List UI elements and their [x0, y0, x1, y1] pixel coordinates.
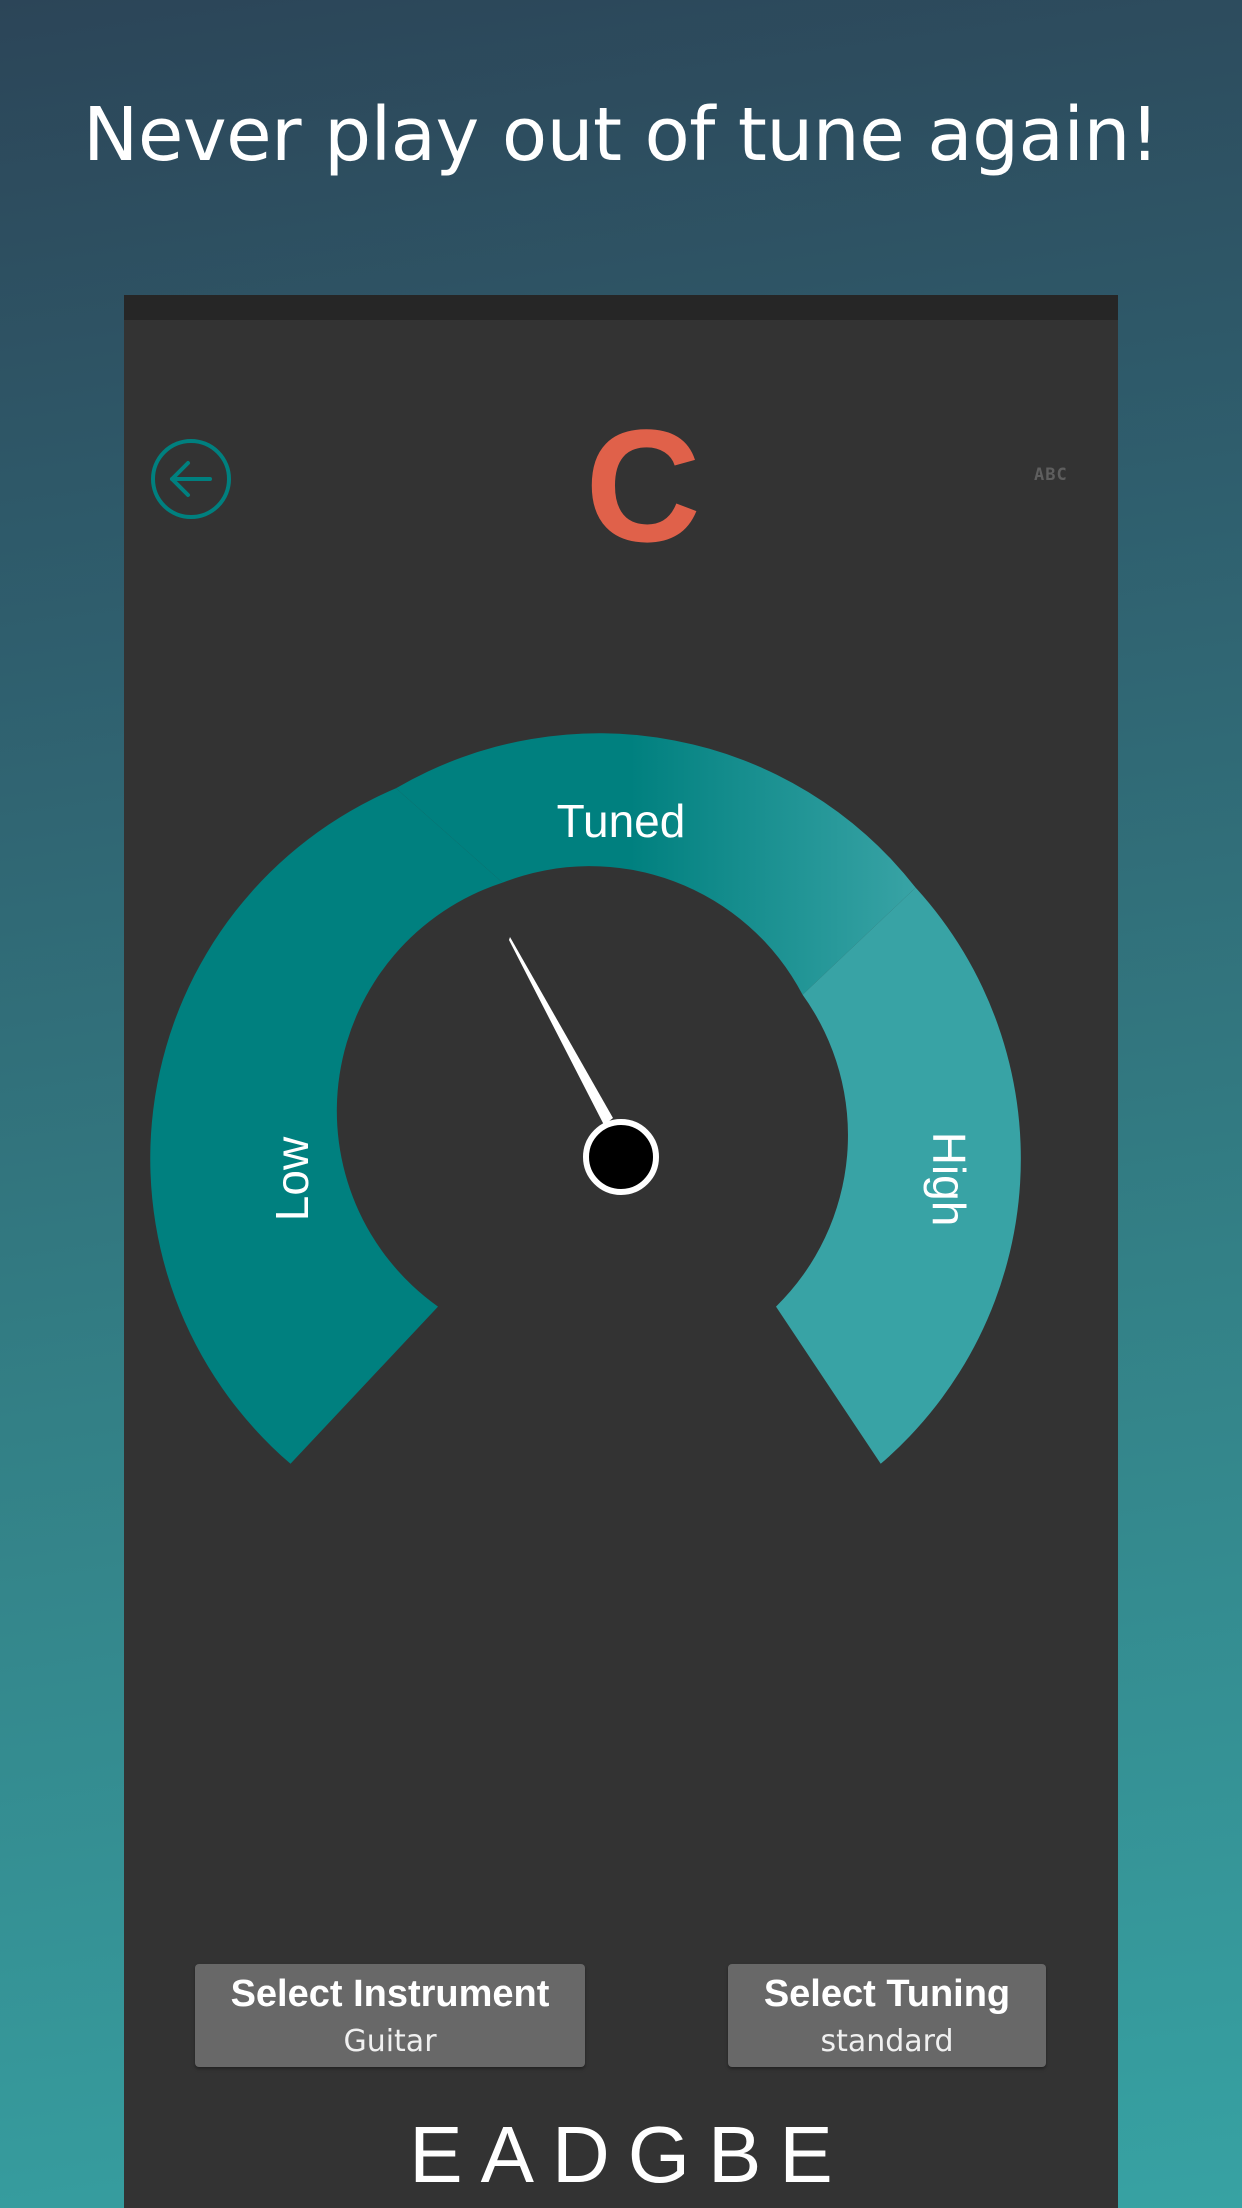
string-note[interactable]: B — [708, 2110, 761, 2200]
tuner-gauge: Tuned Low High — [150, 733, 1021, 1464]
gauge-low-band — [150, 788, 503, 1464]
select-tuning-button[interactable]: Select Tuning standard — [728, 1964, 1046, 2067]
string-note[interactable]: G — [628, 2110, 690, 2200]
headline: Never play out of tune again! — [82, 92, 1160, 178]
gauge-high-label: High — [923, 1132, 975, 1227]
string-note[interactable]: A — [481, 2110, 534, 2200]
gauge-needle — [509, 937, 613, 1125]
string-note[interactable]: E — [409, 2110, 462, 2200]
select-instrument-label: Select Instrument — [230, 1973, 550, 2015]
string-note[interactable]: E — [779, 2110, 832, 2200]
select-tuning-label: Select Tuning — [763, 1973, 1011, 2015]
gauge-needle-hub — [583, 1119, 659, 1195]
string-notes: EADGBE — [124, 2110, 1118, 2200]
gauge-tuned-label: Tuned — [557, 795, 686, 847]
gauge-low-label: Low — [266, 1136, 318, 1221]
select-instrument-button[interactable]: Select Instrument Guitar — [195, 1964, 585, 2067]
phone-screen: C ABC Tuned Low High Select Instrument G… — [124, 295, 1118, 2208]
instrument-value: Guitar — [343, 2024, 437, 2059]
string-note[interactable]: D — [552, 2110, 610, 2200]
tuning-value: standard — [820, 2024, 954, 2059]
